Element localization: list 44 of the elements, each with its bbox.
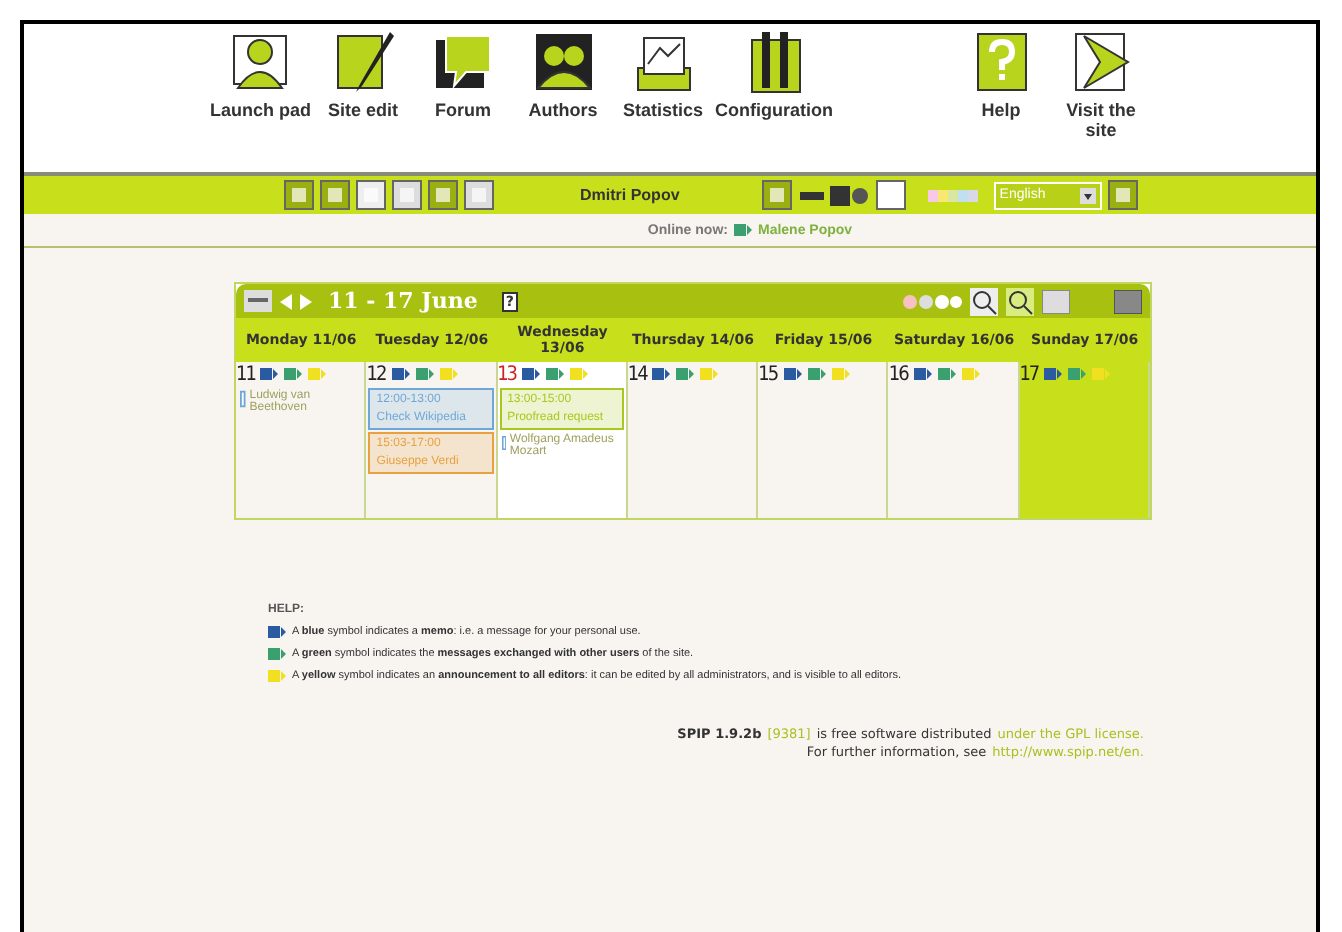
nav-item[interactable]: Statistics bbox=[615, 28, 712, 172]
message-icon bbox=[807, 368, 826, 380]
nav-item[interactable]: Launch pad bbox=[210, 28, 312, 172]
memo-icon bbox=[652, 368, 671, 380]
message-icon bbox=[546, 368, 565, 380]
announcement-icon bbox=[1092, 368, 1111, 380]
day-number: 16 bbox=[888, 363, 908, 385]
announcement-icon bbox=[831, 368, 850, 380]
color-swatches-icon[interactable] bbox=[927, 189, 980, 201]
message-icon bbox=[1068, 368, 1087, 380]
nav-item[interactable]: Authors bbox=[515, 28, 612, 172]
announcement-icon bbox=[961, 368, 980, 380]
day-number: 12 bbox=[366, 363, 386, 385]
day-number: 13 bbox=[497, 363, 517, 385]
message-icon bbox=[284, 368, 303, 380]
day-number: 11 bbox=[236, 363, 255, 385]
message-icon bbox=[415, 368, 434, 380]
message-icon bbox=[937, 368, 956, 380]
zoom-in-icon[interactable] bbox=[1006, 287, 1034, 315]
memo-icon bbox=[783, 368, 802, 380]
user-name: Dmitri Popov bbox=[580, 186, 680, 204]
message-icon bbox=[733, 224, 752, 236]
announcement-icon bbox=[570, 368, 589, 380]
day-number: 17 bbox=[1019, 363, 1039, 385]
nav-item[interactable]: Configuration bbox=[715, 28, 834, 172]
nav-item[interactable]: Site edit bbox=[315, 28, 412, 172]
zoom-out-icon[interactable] bbox=[970, 287, 998, 315]
memo-icon bbox=[913, 368, 932, 380]
announcement-icon bbox=[700, 368, 719, 380]
announcement-icon bbox=[439, 368, 458, 380]
nav-item[interactable]: Visit the site bbox=[1053, 28, 1150, 172]
calendar-title: 11 - 17 June bbox=[328, 288, 478, 314]
memo-icon bbox=[522, 368, 541, 380]
memo-icon bbox=[1044, 368, 1063, 380]
announcement-icon bbox=[308, 368, 327, 380]
author-marker-icon bbox=[240, 390, 246, 408]
nav-item[interactable]: Forum bbox=[415, 28, 512, 172]
message-icon bbox=[676, 368, 695, 380]
day-number: 15 bbox=[758, 363, 778, 385]
day-number: 14 bbox=[627, 363, 647, 385]
memo-icon bbox=[391, 368, 410, 380]
caret-icon bbox=[1079, 187, 1096, 203]
memo-icon bbox=[260, 368, 279, 380]
nav-item[interactable]: Help bbox=[953, 28, 1050, 172]
